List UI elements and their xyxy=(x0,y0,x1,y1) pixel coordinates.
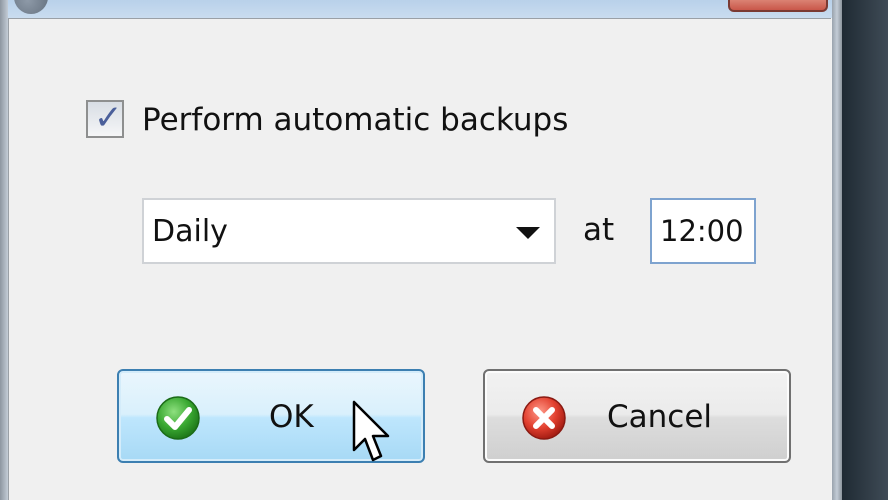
app-icon xyxy=(14,0,48,14)
frequency-selected-value: Daily xyxy=(152,214,228,249)
window-frame-right xyxy=(832,0,842,500)
cancel-button-label: Cancel xyxy=(607,399,713,435)
auto-backup-checkbox[interactable]: ✓ xyxy=(86,98,124,138)
window-frame-left xyxy=(0,0,8,500)
ok-button-label: OK xyxy=(269,399,314,435)
close-button[interactable] xyxy=(728,0,828,12)
cancel-button[interactable]: Cancel xyxy=(483,369,791,463)
checkmark-icon: ✓ xyxy=(94,98,123,138)
title-bar xyxy=(0,0,888,18)
x-circle-icon xyxy=(522,396,566,440)
desktop-background xyxy=(842,0,888,500)
check-circle-icon xyxy=(156,396,200,440)
screen: ✓ Perform automatic backups Daily at OK xyxy=(0,0,888,500)
auto-backup-label[interactable]: Perform automatic backups xyxy=(142,100,568,140)
at-label: at xyxy=(583,212,615,248)
chevron-down-icon xyxy=(516,227,540,239)
mouse-pointer-icon xyxy=(352,400,390,462)
frequency-dropdown[interactable]: Daily xyxy=(142,198,556,264)
time-input[interactable] xyxy=(650,198,756,264)
